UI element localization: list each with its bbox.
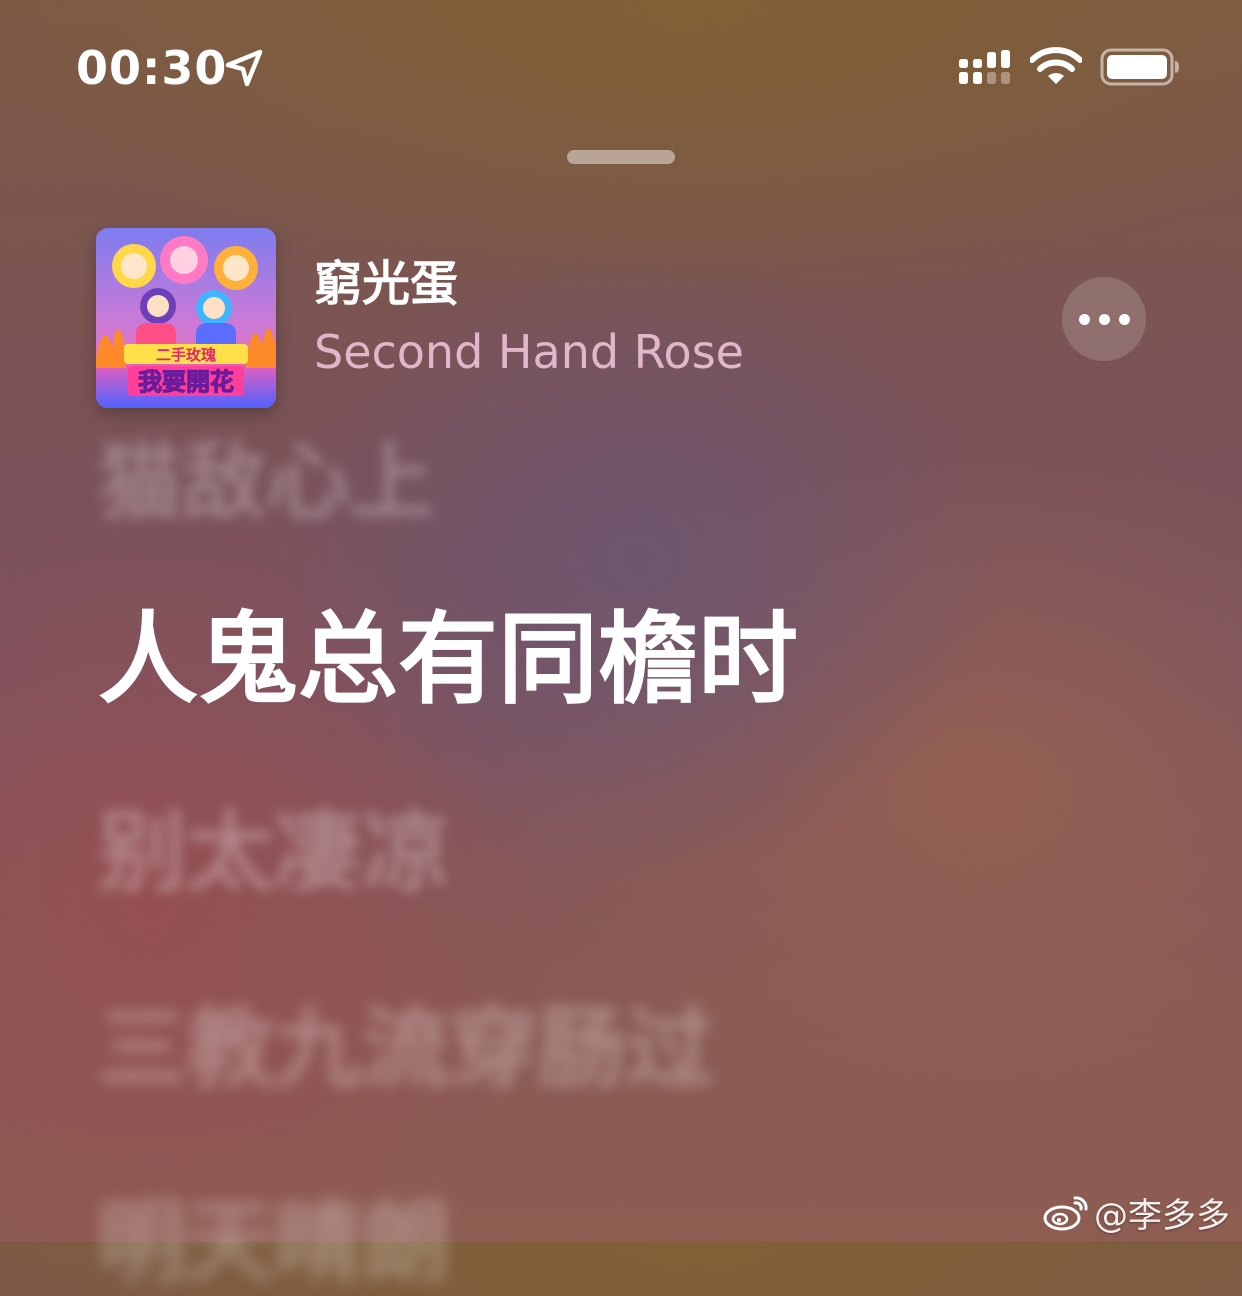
sheet-grabber-handle[interactable] [567, 150, 675, 164]
wifi-icon [1030, 47, 1082, 84]
lyric-line-previous[interactable]: 猫敌心上 [98, 432, 434, 533]
status-time: 00:30 [76, 41, 228, 95]
watermark-text: @李多多 [1094, 1195, 1230, 1236]
album-artwork-title-line-2: 我要開花 [138, 368, 234, 396]
ellipsis-icon [1118, 313, 1130, 325]
lyric-line-next[interactable]: 明天晴朗 [98, 1190, 450, 1296]
ellipsis-icon [1098, 313, 1110, 325]
weibo-icon [1043, 1196, 1088, 1231]
lyric-line-next[interactable]: 三教九流穿肠过 [98, 996, 714, 1102]
album-artwork-illustration: 二手玫瑰 我要開花 [96, 228, 276, 408]
more-options-button[interactable] [1062, 277, 1146, 361]
album-artwork[interactable]: 二手玫瑰 我要開花 [96, 228, 276, 408]
album-artwork-title-line-1: 二手玫瑰 [156, 346, 216, 364]
lyric-line-next[interactable]: 别太凄凉 [98, 800, 450, 906]
watermark: @李多多 [1042, 1188, 1230, 1236]
lyric-line-current[interactable]: 人鬼总有同檐时 [98, 600, 798, 720]
location-arrow-icon [225, 49, 263, 87]
ellipsis-icon [1078, 313, 1090, 325]
cellular-signal-icon [959, 50, 1010, 84]
artist-name[interactable]: 窮光蛋 [314, 254, 458, 314]
battery-icon [1100, 48, 1179, 86]
song-title[interactable]: Second Hand Rose [314, 322, 744, 382]
